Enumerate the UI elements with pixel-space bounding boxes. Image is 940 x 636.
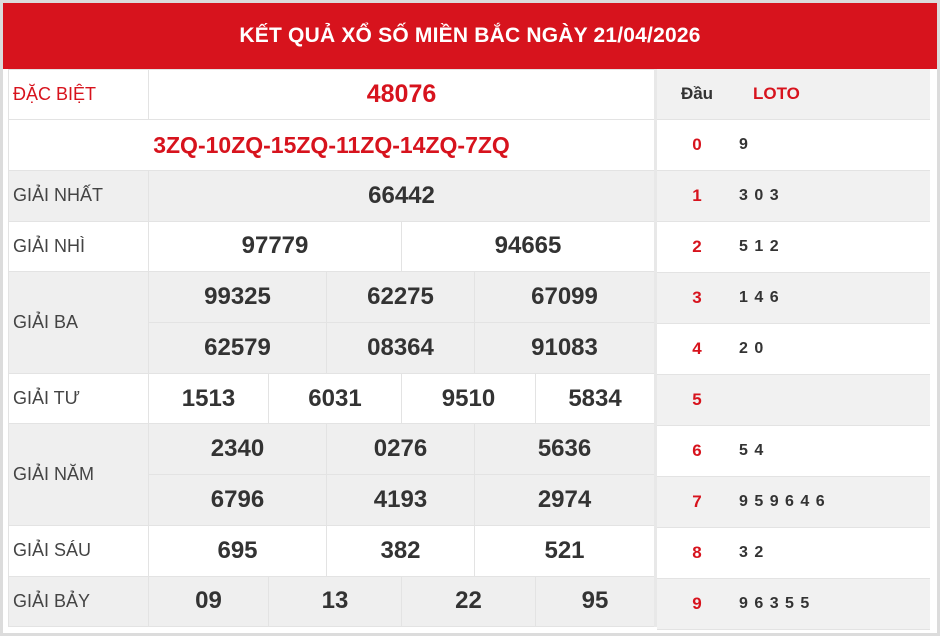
prize-value: 91083 [473,321,656,375]
prize-value: 5636 [473,423,656,476]
loto-header-dau: Đầu [657,69,737,120]
loto-values: 9 [737,119,930,171]
row-sixth: GIẢI SÁU 695 382 521 [8,524,656,577]
prize-label-second: GIẢI NHÌ [8,220,149,272]
prize-value: 97779 [148,220,402,272]
prize-value: 2340 [148,423,327,476]
prize-value: 6031 [268,373,402,425]
prize-label-fourth: GIẢI TƯ [8,373,149,425]
loto-dau: 5 [657,374,737,426]
loto-values: 9 5 9 6 4 6 [737,476,930,528]
loto-row: 5 [657,374,930,426]
prize-table: ĐẶC BIỆT 48076 3ZQ-10ZQ-15ZQ-11ZQ-14ZQ-7… [7,68,656,628]
loto-values: 5 4 [737,425,930,477]
prize-value: 382 [326,524,475,577]
loto-row: 1 3 0 3 [657,170,930,222]
loto-dau: 9 [657,578,737,630]
loto-values [737,374,930,426]
loto-row: 3 1 4 6 [657,272,930,324]
loto-dau: 1 [657,170,737,222]
prize-label-first: GIẢI NHẤT [8,170,149,222]
loto-header: Đầu LOTO [657,69,930,120]
loto-row: 8 3 2 [657,527,930,579]
loto-row: 7 9 5 9 6 4 6 [657,476,930,528]
prize-value: 94665 [400,220,656,272]
loto-row: 6 5 4 [657,425,930,477]
prize-value: 521 [473,524,656,577]
special-codes: 3ZQ-10ZQ-15ZQ-11ZQ-14ZQ-7ZQ [7,119,656,172]
prize-value: 4193 [326,474,475,526]
loto-dau: 6 [657,425,737,477]
prize-value: 2974 [473,474,656,526]
row-second: GIẢI NHÌ 97779 94665 [8,220,656,272]
loto-values: 3 2 [737,527,930,579]
row-first: GIẢI NHẤT 66442 [8,170,656,222]
prize-value: 62275 [326,270,475,323]
loto-header-loto: LOTO [737,69,930,120]
loto-row: 9 9 6 3 5 5 [657,578,930,630]
prize-value: 1513 [148,373,269,425]
prize-value: 695 [148,524,327,577]
prize-value: 67099 [473,270,656,323]
row-seventh: GIẢI BẢY 09 13 22 95 [8,575,656,628]
prize-value: 95 [534,575,656,628]
loto-table: Đầu LOTO 0 9 1 3 0 3 2 5 1 2 3 1 4 6 4 2… [657,69,930,630]
loto-dau: 4 [657,323,737,375]
loto-dau: 2 [657,221,737,273]
row-third-a: GIẢI BA 99325 62275 67099 [8,270,656,375]
prize-value: 22 [401,575,536,628]
prize-value: 66442 [147,170,656,222]
loto-values: 3 0 3 [737,170,930,222]
row-fourth: GIẢI TƯ 1513 6031 9510 5834 [8,373,656,425]
prize-value: 6796 [148,474,327,526]
prize-value-special: 48076 [147,68,656,121]
loto-values: 1 4 6 [737,272,930,324]
loto-row: 4 2 0 [657,323,930,375]
row-fifth-a: GIẢI NĂM 2340 0276 5636 [8,423,656,526]
loto-values: 9 6 3 5 5 [737,578,930,630]
prize-value: 5834 [534,373,656,425]
loto-values: 2 0 [737,323,930,375]
prize-value: 62579 [148,321,327,375]
loto-dau: 7 [657,476,737,528]
prize-value: 9510 [401,373,536,425]
prize-label-special: ĐẶC BIỆT [8,68,149,121]
prize-label-sixth: GIẢI SÁU [8,524,149,577]
prize-value: 13 [268,575,402,628]
loto-row: 0 9 [657,119,930,171]
prize-label-third: GIẢI BA [8,270,149,375]
prize-value: 09 [148,575,269,628]
loto-dau: 3 [657,272,737,324]
results-card: KẾT QUẢ XỔ SỐ MIỀN BẮC NGÀY 21/04/2026 Đ… [3,3,937,633]
prize-label-seventh: GIẢI BẢY [8,575,149,628]
prize-value: 0276 [326,423,475,476]
page-title: KẾT QUẢ XỔ SỐ MIỀN BẮC NGÀY 21/04/2026 [3,3,937,69]
loto-dau: 8 [657,527,737,579]
loto-dau: 0 [657,119,737,171]
prize-value: 08364 [326,321,475,375]
loto-row: 2 5 1 2 [657,221,930,273]
prize-label-fifth: GIẢI NĂM [8,423,149,526]
loto-values: 5 1 2 [737,221,930,273]
row-special: ĐẶC BIỆT 48076 [8,68,656,121]
prize-value: 99325 [148,270,327,323]
row-codes: 3ZQ-10ZQ-15ZQ-11ZQ-14ZQ-7ZQ [7,119,656,172]
